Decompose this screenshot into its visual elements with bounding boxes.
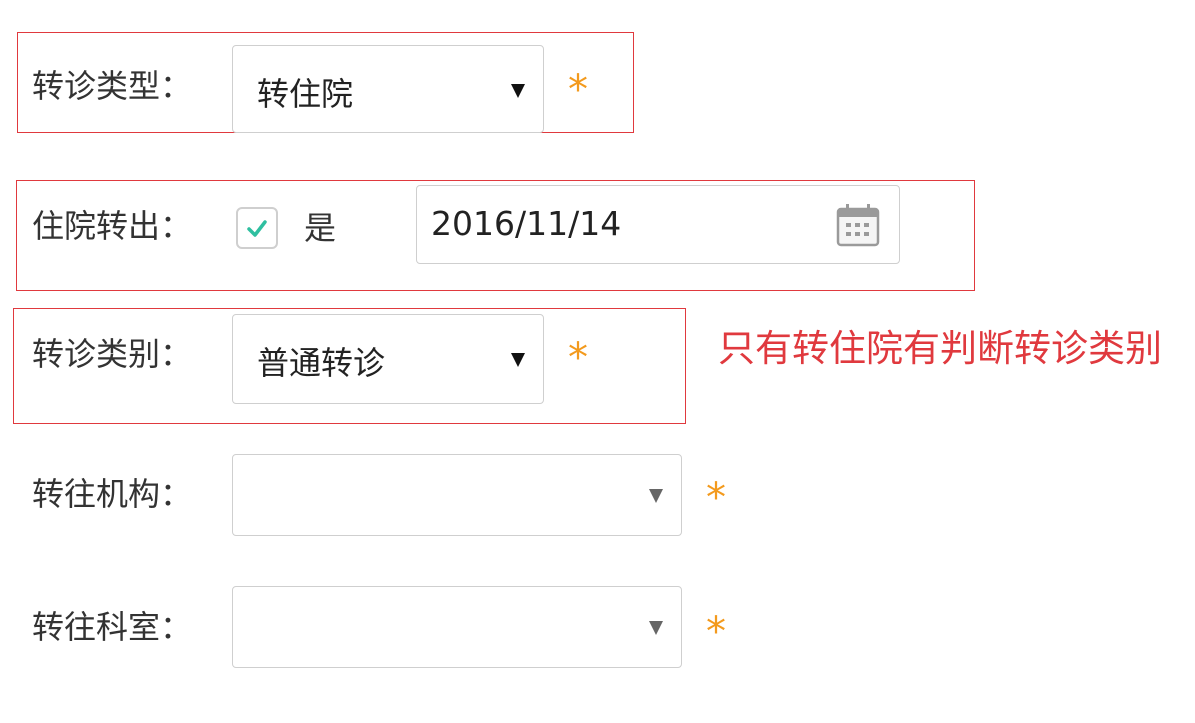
inpatient-transfer-check-label: 是 xyxy=(304,209,337,247)
calendar-icon[interactable] xyxy=(835,202,881,248)
target-department-required-mark: * xyxy=(706,609,726,655)
transfer-type-label: 转诊类型： xyxy=(32,67,193,105)
transfer-category-required-mark: * xyxy=(568,335,588,381)
transfer-date-input[interactable]: 2016/11/14 xyxy=(416,185,900,264)
target-institution-required-mark: * xyxy=(706,475,726,521)
transfer-type-select[interactable]: 转住院 xyxy=(232,45,544,133)
inpatient-transfer-label: 住院转出： xyxy=(32,207,193,245)
target-institution-select[interactable] xyxy=(232,454,682,536)
transfer-type-required-mark: * xyxy=(568,67,588,113)
transfer-category-select[interactable]: 普通转诊 xyxy=(232,314,544,404)
annotation-note: 只有转住院有判断转诊类别 xyxy=(718,327,1162,370)
chevron-down-icon xyxy=(649,621,663,635)
transfer-date-value: 2016/11/14 xyxy=(431,204,622,243)
chevron-down-icon xyxy=(511,353,525,367)
chevron-down-icon xyxy=(649,489,663,503)
transfer-type-selected-value: 转住院 xyxy=(257,75,354,113)
transfer-category-label: 转诊类别： xyxy=(32,335,193,373)
checkmark-icon xyxy=(247,220,267,237)
chevron-down-icon xyxy=(511,84,525,98)
inpatient-transfer-checkbox[interactable] xyxy=(236,207,278,249)
transfer-category-selected-value: 普通转诊 xyxy=(257,344,386,382)
target-department-select[interactable] xyxy=(232,586,682,668)
target-institution-label: 转往机构： xyxy=(32,475,193,513)
target-department-label: 转往科室： xyxy=(32,608,193,646)
